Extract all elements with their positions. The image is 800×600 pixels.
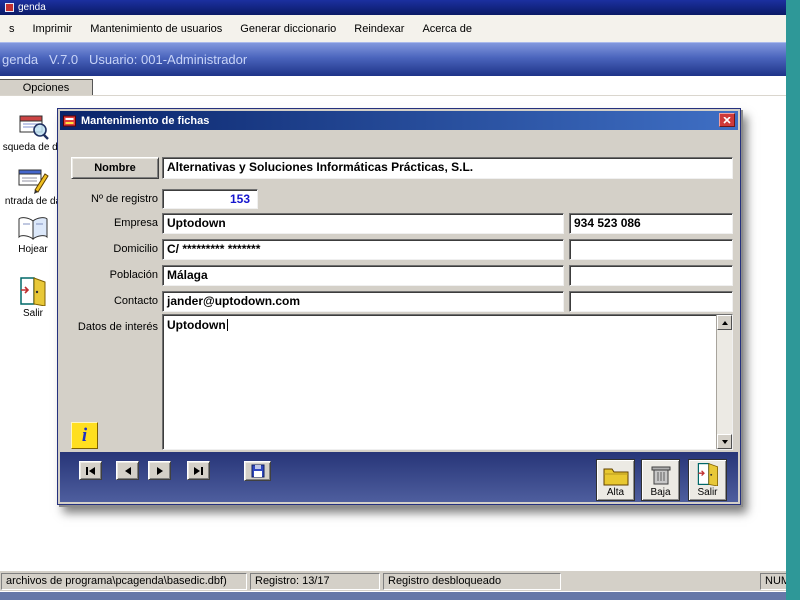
contacto-value: jander@uptodown.com <box>167 294 301 308</box>
baja-button[interactable]: Baja <box>641 459 680 501</box>
bottom-desktop-strip <box>0 592 786 600</box>
vertical-scrollbar[interactable] <box>716 315 732 449</box>
sidebar-item-label: squeda de da <box>2 142 64 153</box>
tab-strip-line <box>0 95 786 96</box>
menu-item-ficheros-partial[interactable]: s <box>0 20 24 38</box>
menu-item-mantenimiento-de-usuarios[interactable]: Mantenimiento de usuarios <box>81 20 231 38</box>
statusbar-record-state: Registro desbloqueado <box>383 573 561 590</box>
dialog-title: Mantenimiento de fichas <box>81 114 210 127</box>
nombre-button[interactable]: Nombre <box>71 157 159 179</box>
domicilio-value: C/ ********* ******* <box>167 242 261 256</box>
poblacion-field[interactable]: Málaga <box>162 265 564 286</box>
scroll-up-button[interactable] <box>717 315 732 330</box>
poblacion-label: Población <box>109 269 158 281</box>
empresa-phone-value: 934 523 086 <box>574 216 641 230</box>
nombre-value: Alternativas y Soluciones Informáticas P… <box>167 160 474 174</box>
browse-book-icon <box>18 217 48 241</box>
previous-record-button[interactable] <box>116 461 139 480</box>
poblacion-extra-field[interactable] <box>569 265 733 286</box>
empresa-label: Empresa <box>113 217 158 229</box>
first-record-button[interactable] <box>79 461 102 480</box>
domicilio-field[interactable]: C/ ********* ******* <box>162 239 564 260</box>
arrow-up-icon <box>721 320 728 325</box>
app-titlebar[interactable]: genda <box>0 0 786 15</box>
alta-button[interactable]: Alta <box>596 459 635 501</box>
text-cursor <box>226 319 228 331</box>
dialog-mantenimiento-de-fichas: Mantenimiento de fichas Nombre Alternati… <box>57 108 741 505</box>
search-records-icon <box>19 115 49 140</box>
alta-label: Alta <box>606 487 625 498</box>
poblacion-value: Málaga <box>167 268 208 282</box>
num-registro-label: Nº de registro <box>91 193 158 205</box>
menu-item-reindexar[interactable]: Reindexar <box>345 20 413 38</box>
empresa-phone-field[interactable]: 934 523 086 <box>569 213 733 234</box>
salir-label: Salir <box>697 487 718 498</box>
empresa-field[interactable]: Uptodown <box>162 213 564 234</box>
sidebar-item-label: Hojear <box>18 244 48 255</box>
menu-item-imprimir[interactable]: Imprimir <box>24 20 82 38</box>
next-record-button[interactable] <box>148 461 171 480</box>
datos-de-interes-textarea[interactable]: Uptodown <box>162 314 733 450</box>
save-record-button[interactable] <box>244 461 271 481</box>
contacto-label: Contacto <box>113 295 158 307</box>
app-window: genda s Imprimir Mantenimiento de usuari… <box>0 0 786 592</box>
last-record-button[interactable] <box>187 461 210 480</box>
num-registro-field[interactable]: 153 <box>162 189 258 209</box>
dialog-card-icon <box>63 115 76 126</box>
datos-de-interes-label: Datos de interés <box>77 321 158 333</box>
contacto-field[interactable]: jander@uptodown.com <box>162 291 564 312</box>
floppy-disk-icon <box>251 464 264 478</box>
num-registro-value: 153 <box>229 192 250 206</box>
sidebar-item-label: Salir <box>22 308 43 319</box>
menu-item-generar-diccionario[interactable]: Generar diccionario <box>231 20 345 38</box>
statusbar-num-lock: NUM <box>760 573 786 590</box>
sidebar-item-label: ntrada de da <box>4 196 62 207</box>
nombre-button-label: Nombre <box>94 162 136 174</box>
domicilio-extra-field[interactable] <box>569 239 733 260</box>
domicilio-label: Domicilio <box>113 243 158 255</box>
menu-item-acerca-de[interactable]: Acerca de <box>413 20 481 38</box>
dialog-footer: Alta Baja Salir <box>60 452 738 502</box>
close-button[interactable] <box>719 113 735 127</box>
first-record-icon <box>86 466 88 475</box>
options-tab[interactable]: Opciones <box>0 79 93 96</box>
banner-text: genda V.7.0 Usuario: 001-Administrador <box>2 52 248 67</box>
menubar: s Imprimir Mantenimiento de usuarios Gen… <box>0 15 786 42</box>
dialog-titlebar[interactable]: Mantenimiento de fichas <box>60 111 738 130</box>
nombre-field[interactable]: Alternativas y Soluciones Informáticas P… <box>162 157 733 179</box>
app-title: genda <box>18 2 46 13</box>
info-button[interactable]: i <box>71 422 98 449</box>
exit-door-icon <box>697 463 718 486</box>
close-icon <box>723 116 731 124</box>
datos-de-interes-text: Uptodown <box>167 318 228 332</box>
statusbar: archivos de programa\pcagenda\basedic.db… <box>0 570 786 591</box>
info-icon: i <box>81 424 88 446</box>
data-entry-icon <box>18 169 49 194</box>
contacto-extra-field[interactable] <box>569 291 733 312</box>
baja-label: Baja <box>650 487 671 498</box>
scroll-down-button[interactable] <box>717 434 732 449</box>
arrow-down-icon <box>721 439 728 444</box>
last-record-icon <box>201 466 203 475</box>
statusbar-record-counter: Registro: 13/17 <box>250 573 380 590</box>
exit-door-icon <box>20 277 46 306</box>
options-tab-label: Opciones <box>22 81 70 94</box>
statusbar-file-path: archivos de programa\pcagenda\basedic.db… <box>1 573 247 590</box>
trash-icon <box>651 466 670 485</box>
folder-icon <box>603 468 628 486</box>
next-record-icon <box>156 466 163 475</box>
app-icon <box>5 3 14 12</box>
app-banner: genda V.7.0 Usuario: 001-Administrador <box>0 42 786 76</box>
empresa-value: Uptodown <box>167 216 226 230</box>
salir-button[interactable]: Salir <box>688 459 727 501</box>
previous-record-icon <box>124 466 131 475</box>
